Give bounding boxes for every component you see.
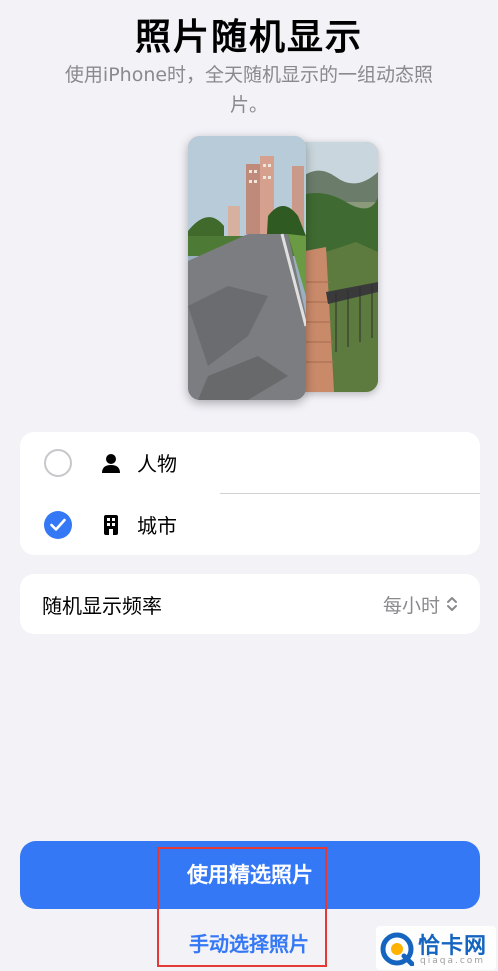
category-row-people[interactable]: 人物 xyxy=(20,432,480,493)
radio-checked[interactable] xyxy=(44,510,72,539)
photo-preview-road xyxy=(188,136,306,400)
frequency-selector[interactable]: 随机显示频率 每小时 xyxy=(20,574,480,634)
building-icon xyxy=(100,514,122,536)
category-list: 人物 城市 xyxy=(20,432,480,555)
frequency-label: 随机显示频率 xyxy=(42,593,162,618)
category-label-city: 城市 xyxy=(137,514,177,538)
frequency-value[interactable]: 每小时 xyxy=(383,591,440,618)
category-label-people: 人物 xyxy=(137,452,177,476)
site-watermark: 恰卡网 qiaqa.com xyxy=(376,926,496,970)
watermark-logo-icon xyxy=(380,932,415,970)
photo-preview-stack xyxy=(188,136,392,400)
annotation-highlight-box xyxy=(157,847,327,967)
page-title: 照片随机显示 xyxy=(134,17,363,58)
photo-preview-stairs xyxy=(296,142,378,392)
category-row-city[interactable]: 城市 xyxy=(20,494,480,555)
person-icon xyxy=(100,452,122,474)
watermark-subtext: qiaqa.com xyxy=(420,956,486,966)
chevron-up-down-icon[interactable] xyxy=(446,594,458,618)
page-subtitle: 使用iPhone时，全天随机显示的一组动态照片。 xyxy=(64,64,434,116)
radio-unchecked[interactable] xyxy=(44,448,72,477)
